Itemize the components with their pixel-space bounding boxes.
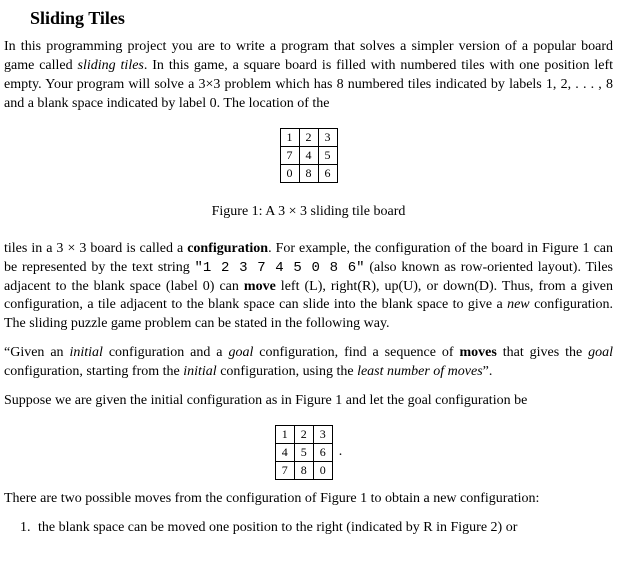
italic-text: initial — [69, 345, 102, 360]
tile-cell: 6 — [318, 164, 337, 182]
tile-cell: 3 — [318, 128, 337, 146]
italic-text: sliding tiles — [78, 58, 144, 73]
figure-1-caption: Figure 1: A 3 × 3 sliding tile board — [4, 203, 613, 222]
tile-cell: 8 — [294, 461, 313, 479]
bold-text: move — [244, 279, 276, 294]
list-item: the blank space can be moved one positio… — [34, 519, 613, 538]
board-punct: . — [333, 443, 343, 462]
suppose-paragraph: Suppose we are given the initial configu… — [4, 392, 613, 411]
tile-cell: 2 — [299, 128, 318, 146]
tile-cell: 4 — [299, 146, 318, 164]
bold-text: moves — [459, 345, 496, 360]
figure-goal: 1 2 3 4 5 6 7 8 0 . — [4, 425, 613, 480]
italic-text: new — [507, 297, 530, 312]
bold-text: configuration — [187, 241, 268, 256]
code-text: "1 2 3 7 4 5 0 8 6" — [195, 260, 365, 276]
tile-cell: 1 — [275, 425, 294, 443]
text: configuration, starting from the — [4, 364, 183, 379]
tile-cell: 4 — [275, 443, 294, 461]
moves-paragraph: There are two possible moves from the co… — [4, 490, 613, 509]
tile-cell: 2 — [294, 425, 313, 443]
text: configuration, find a sequence of — [253, 345, 459, 360]
page-title: Sliding Tiles — [30, 6, 613, 30]
tile-cell: 1 — [280, 128, 299, 146]
tile-cell: 6 — [313, 443, 332, 461]
problem-statement: “Given an initial configuration and a go… — [4, 344, 613, 382]
italic-text: least number of moves — [357, 364, 483, 379]
moves-list: the blank space can be moved one positio… — [4, 519, 613, 538]
text: “Given an — [4, 345, 69, 360]
document-page: Sliding Tiles In this programming projec… — [0, 0, 617, 542]
italic-text: goal — [588, 345, 613, 360]
text: that gives the — [497, 345, 588, 360]
tile-cell: 5 — [294, 443, 313, 461]
text: configuration and a — [103, 345, 229, 360]
config-paragraph: tiles in a 3 × 3 board is called a confi… — [4, 240, 613, 334]
tile-board-1: 1 2 3 7 4 5 0 8 6 — [280, 128, 338, 183]
text: tiles in a 3 × 3 board is called a — [4, 241, 187, 256]
tile-cell: 3 — [313, 425, 332, 443]
tile-cell: 7 — [275, 461, 294, 479]
italic-text: goal — [228, 345, 253, 360]
italic-text: initial — [183, 364, 216, 379]
tile-board-2: 1 2 3 4 5 6 7 8 0 — [275, 425, 333, 480]
tile-cell: 7 — [280, 146, 299, 164]
tile-cell: 0 — [313, 461, 332, 479]
text: ”. — [483, 364, 493, 379]
text: configuration, using the — [217, 364, 357, 379]
tile-cell: 8 — [299, 164, 318, 182]
figure-1: 1 2 3 7 4 5 0 8 6 — [4, 128, 613, 183]
tile-cell: 0 — [280, 164, 299, 182]
intro-paragraph: In this programming project you are to w… — [4, 38, 613, 114]
tile-cell: 5 — [318, 146, 337, 164]
